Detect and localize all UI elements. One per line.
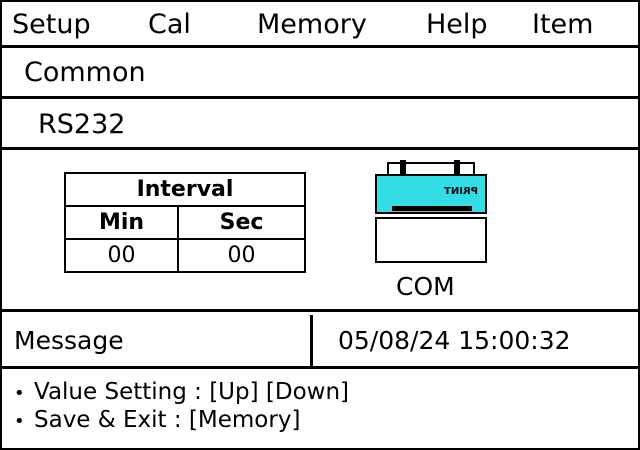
subsection-title: RS232 [38, 109, 126, 140]
help-text: Value Setting : [Up] [Down] [34, 379, 350, 405]
help-line-value-setting: • Value Setting : [Up] [Down] [14, 378, 349, 408]
interval-sec-header: Sec [177, 205, 306, 240]
status-bar: Message 05/08/24 15:00:32 [2, 315, 638, 369]
settings-panel: Interval Min Sec 00 00 PRINT COM [2, 150, 638, 312]
com-port-label: COM [396, 272, 455, 301]
message-label: Message [14, 326, 124, 355]
menu-memory[interactable]: Memory [257, 8, 367, 42]
help-text: Save & Exit : [Memory] [34, 407, 301, 433]
datetime-readout: 05/08/24 15:00:32 [338, 326, 571, 355]
section-title: Common [24, 57, 146, 88]
menu-help[interactable]: Help [426, 8, 488, 42]
menu-item[interactable]: Item [532, 8, 593, 42]
printer-label: PRINT [444, 186, 478, 197]
interval-table: Interval Min Sec 00 00 [64, 172, 306, 273]
bullet-icon: • [14, 411, 25, 432]
help-area: • Value Setting : [Up] [Down] • Save & Exi… [2, 372, 638, 448]
interval-min-header: Min [64, 205, 179, 240]
menu-bar: Setup Cal Memory Help Item [2, 2, 638, 48]
device-screen: Setup Cal Memory Help Item Common RS232 … [0, 0, 640, 450]
bullet-icon: • [14, 383, 25, 404]
interval-min-value[interactable]: 00 [64, 238, 179, 273]
status-divider [310, 315, 313, 366]
section-row: Common [2, 48, 638, 99]
interval-sec-value[interactable]: 00 [177, 238, 306, 273]
interval-header: Interval [64, 172, 306, 207]
menu-setup[interactable]: Setup [12, 8, 91, 42]
menu-cal[interactable]: Cal [148, 8, 191, 42]
subsection-row: RS232 [2, 99, 638, 150]
help-line-save-exit: • Save & Exit : [Memory] [14, 406, 300, 436]
printer-icon: PRINT [375, 160, 487, 263]
